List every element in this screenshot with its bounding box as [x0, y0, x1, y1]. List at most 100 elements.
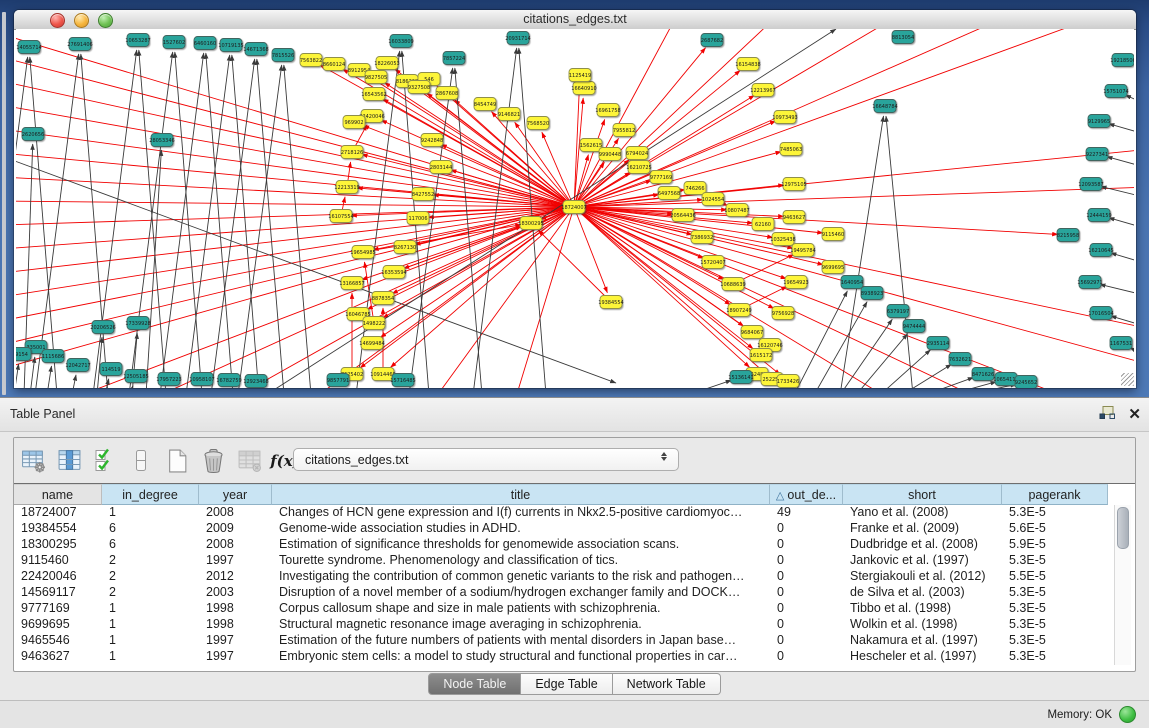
- graph-node[interactable]: 7955812: [613, 124, 635, 137]
- graph-node[interactable]: 12213319: [334, 181, 359, 194]
- graph-node[interactable]: 10807487: [724, 204, 749, 217]
- graph-node[interactable]: 13166857: [339, 277, 364, 290]
- graph-node[interactable]: 62160: [752, 218, 774, 231]
- graph-node[interactable]: 7815526: [272, 49, 294, 62]
- table-row[interactable]: 1938455462009Genome-wide association stu…: [14, 521, 1108, 537]
- table-source-dropdown[interactable]: citations_edges.txt: [293, 448, 679, 471]
- graph-node[interactable]: 7485063: [780, 143, 802, 156]
- graph-node[interactable]: 16107554: [328, 210, 353, 223]
- graph-node[interactable]: 12505185: [123, 370, 148, 383]
- delete-column-icon[interactable]: [200, 448, 226, 474]
- graph-node[interactable]: 9146821: [498, 108, 520, 121]
- graph-node[interactable]: 12923468: [243, 375, 268, 388]
- graph-node[interactable]: 6379197: [887, 305, 909, 318]
- graph-node[interactable]: 15751074: [1103, 85, 1128, 98]
- graph-node[interactable]: 1733426: [777, 375, 799, 388]
- table-row[interactable]: 1830029562008Estimation of significance …: [14, 537, 1108, 553]
- graph-node[interactable]: 1125419: [569, 69, 591, 82]
- graph-node[interactable]: 17339928: [125, 317, 150, 330]
- graph-node[interactable]: 9777169: [650, 171, 672, 184]
- graph-node[interactable]: 7568520: [527, 117, 549, 130]
- graph-node[interactable]: 16782759: [216, 374, 241, 387]
- graph-node[interactable]: 1498222: [363, 317, 385, 330]
- graph-node[interactable]: 9227341: [1086, 148, 1108, 161]
- graph-node[interactable]: 969902: [343, 116, 365, 129]
- graph-node[interactable]: 18724007: [561, 201, 586, 214]
- graph-node[interactable]: 2935114: [927, 337, 949, 350]
- graph-node[interactable]: 20931714: [505, 32, 530, 45]
- graph-node[interactable]: 28053346: [149, 134, 174, 147]
- graph-node[interactable]: 9463627: [783, 211, 805, 224]
- graph-node[interactable]: 1115686: [42, 350, 64, 363]
- graph-node[interactable]: 1167531: [1110, 337, 1132, 350]
- graph-node[interactable]: 15136141: [728, 371, 753, 384]
- graph-node[interactable]: 9245652: [1015, 376, 1037, 389]
- graph-node[interactable]: 15716485: [390, 374, 415, 387]
- graph-node[interactable]: 746266: [684, 182, 706, 195]
- graph-node[interactable]: 19495784: [790, 244, 815, 257]
- graph-node[interactable]: 9474444: [903, 320, 925, 333]
- table-row[interactable]: 946554611997Estimation of the future num…: [14, 633, 1108, 649]
- table-row[interactable]: 2242004622012Investigating the contribut…: [14, 569, 1108, 585]
- graph-node[interactable]: 16210645: [1088, 244, 1113, 257]
- graph-node[interactable]: 15692971: [1077, 276, 1102, 289]
- graph-node[interactable]: 7386932: [691, 231, 713, 244]
- graph-node[interactable]: 8471626: [972, 368, 994, 381]
- graph-node[interactable]: 114519: [100, 363, 122, 376]
- graph-node[interactable]: 16353594: [381, 266, 406, 279]
- graph-node[interactable]: 17016504: [1088, 307, 1113, 320]
- window-titlebar[interactable]: citations_edges.txt: [14, 10, 1136, 30]
- graph-node[interactable]: 2718126: [341, 146, 363, 159]
- row-height-icon[interactable]: [128, 448, 154, 474]
- graph-node[interactable]: 12444159: [1086, 209, 1111, 222]
- select-rows-icon[interactable]: [92, 448, 118, 474]
- show-column-icon[interactable]: [56, 448, 82, 474]
- graph-node[interactable]: 20206526: [90, 321, 115, 334]
- close-panel-icon[interactable]: ✕: [1128, 407, 1141, 422]
- graph-node[interactable]: 8215958: [1057, 229, 1079, 242]
- graph-node[interactable]: 20564436: [670, 209, 695, 222]
- graph-node[interactable]: 18226053: [374, 57, 399, 70]
- column-header-year[interactable]: year: [199, 484, 272, 505]
- graph-node[interactable]: 6497568: [658, 187, 680, 200]
- table-row[interactable]: 1872400712008Changes of HCN gene express…: [14, 505, 1108, 521]
- tab-network-table[interactable]: Network Table: [613, 673, 721, 695]
- column-header-title[interactable]: title: [272, 484, 770, 505]
- graph-node[interactable]: 8878354: [372, 292, 394, 305]
- table-row[interactable]: 1456911722003Disruption of a novel membe…: [14, 585, 1108, 601]
- graph-node[interactable]: 16543562: [361, 88, 386, 101]
- table-row[interactable]: 977716911998Corpus callosum shape and si…: [14, 601, 1108, 617]
- graph-node[interactable]: 2803144: [430, 161, 452, 174]
- vertical-scrollbar[interactable]: [1114, 505, 1131, 665]
- graph-node[interactable]: 10719135: [218, 39, 243, 52]
- graph-node[interactable]: 10973493: [772, 111, 797, 124]
- graph-node[interactable]: 9242848: [421, 134, 443, 147]
- graph-node[interactable]: 16210725: [626, 161, 651, 174]
- graph-node[interactable]: 2620656: [22, 128, 44, 141]
- graph-node[interactable]: 12042717: [65, 359, 90, 372]
- graph-node[interactable]: 16961758: [595, 104, 620, 117]
- graph-node[interactable]: 16648784: [872, 100, 897, 113]
- network-svg[interactable]: 1872400775638228660124891295418226053982…: [16, 29, 1134, 388]
- graph-node[interactable]: 9684067: [741, 326, 763, 339]
- graph-node[interactable]: 16154838: [735, 58, 760, 71]
- graph-node[interactable]: 7563822: [300, 54, 322, 67]
- graph-node[interactable]: 9115460: [822, 228, 844, 241]
- window-resize-grip[interactable]: [1121, 373, 1134, 386]
- graph-node[interactable]: 9990448: [599, 148, 621, 161]
- graph-node[interactable]: 9827505: [365, 71, 387, 84]
- graph-node[interactable]: 7632621: [949, 353, 971, 366]
- graph-node[interactable]: 14699484: [359, 337, 384, 350]
- table-settings-icon[interactable]: [20, 448, 46, 474]
- graph-node[interactable]: 1527602: [163, 36, 185, 49]
- tab-node-table[interactable]: Node Table: [428, 673, 521, 695]
- graph-node[interactable]: 12093587: [1078, 178, 1103, 191]
- graph-node[interactable]: 9857791: [327, 374, 349, 387]
- graph-node[interactable]: 10958107: [189, 373, 214, 386]
- graph-node[interactable]: 6794024: [626, 147, 648, 160]
- graph-node[interactable]: 9756928: [772, 307, 794, 320]
- network-canvas[interactable]: 1872400775638228660124891295418226053982…: [16, 29, 1134, 388]
- table-row[interactable]: 911546021997Tourette syndrome. Phenomeno…: [14, 553, 1108, 569]
- graph-node[interactable]: 18300295: [518, 217, 543, 230]
- column-header-pagerank[interactable]: pagerank: [1002, 484, 1108, 505]
